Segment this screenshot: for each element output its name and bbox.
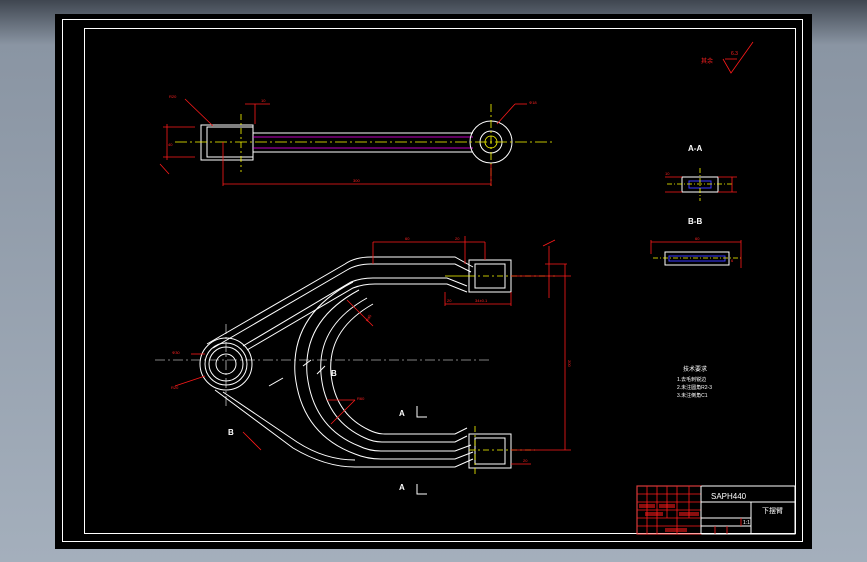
cut-label-a-lower: A [399, 483, 405, 492]
svg-text:40: 40 [168, 142, 173, 147]
title-part-name: 下摆臂 [762, 506, 783, 515]
title-material: SAPH440 [711, 492, 747, 501]
svg-text:10: 10 [261, 98, 266, 103]
svg-text:R20: R20 [169, 94, 177, 99]
svg-text:20: 20 [447, 298, 452, 303]
tech-requirements: 技术要求 1.去毛刺锐边 2.未注圆角R2-3 3.未注倒角C1 [677, 365, 712, 399]
title-block: SAPH440 下摆臂 1:1 [636, 485, 796, 535]
section-aa-title: A-A [688, 144, 702, 153]
roughness-symbol: 其余 6.3 [701, 41, 754, 74]
section-bb: B-B 60 6 [650, 217, 742, 268]
title-scale: 1:1 [743, 520, 750, 526]
inner-frame [84, 28, 796, 534]
front-view: 60 20 20 34±0.1 200 R45 R60 Φ30 R20 20 B… [155, 236, 572, 495]
cad-drawing-canvas: 其余 6.3 300 R20 10 Φ18 40 60 20 20 34±0.1… [62, 19, 803, 542]
svg-text:300: 300 [353, 178, 360, 183]
svg-text:10: 10 [665, 171, 670, 176]
svg-text:Φ18: Φ18 [529, 100, 537, 105]
cut-label-b-upper: B [331, 369, 337, 378]
section-aa: A-A 10 [665, 144, 737, 201]
svg-text:60: 60 [695, 236, 700, 241]
tech-title: 技术要求 [683, 365, 707, 373]
roughness-note: 其余 [701, 57, 713, 65]
tech-line-3: 3.未注倒角C1 [677, 392, 708, 399]
section-bb-title: B-B [688, 217, 702, 226]
svg-text:60: 60 [405, 236, 410, 241]
svg-text:R20: R20 [171, 385, 179, 390]
svg-text:200: 200 [567, 360, 572, 367]
svg-text:R45: R45 [365, 313, 373, 323]
cut-label-a-upper: A [399, 409, 405, 418]
cad-viewport[interactable]: 其余 6.3 300 R20 10 Φ18 40 60 20 20 34±0.1… [55, 14, 812, 549]
svg-text:34±0.1: 34±0.1 [475, 298, 488, 303]
top-view: 300 R20 10 Φ18 40 [159, 94, 555, 186]
roughness-value: 6.3 [731, 51, 738, 57]
svg-text:20: 20 [523, 458, 528, 463]
svg-text:6: 6 [731, 258, 734, 263]
cut-label-b-lower: B [228, 428, 234, 437]
svg-text:Φ30: Φ30 [172, 350, 180, 355]
tech-line-1: 1.去毛刺锐边 [677, 376, 706, 383]
tech-line-2: 2.未注圆角R2-3 [677, 384, 712, 391]
svg-text:20: 20 [455, 236, 460, 241]
svg-text:R60: R60 [357, 396, 365, 401]
